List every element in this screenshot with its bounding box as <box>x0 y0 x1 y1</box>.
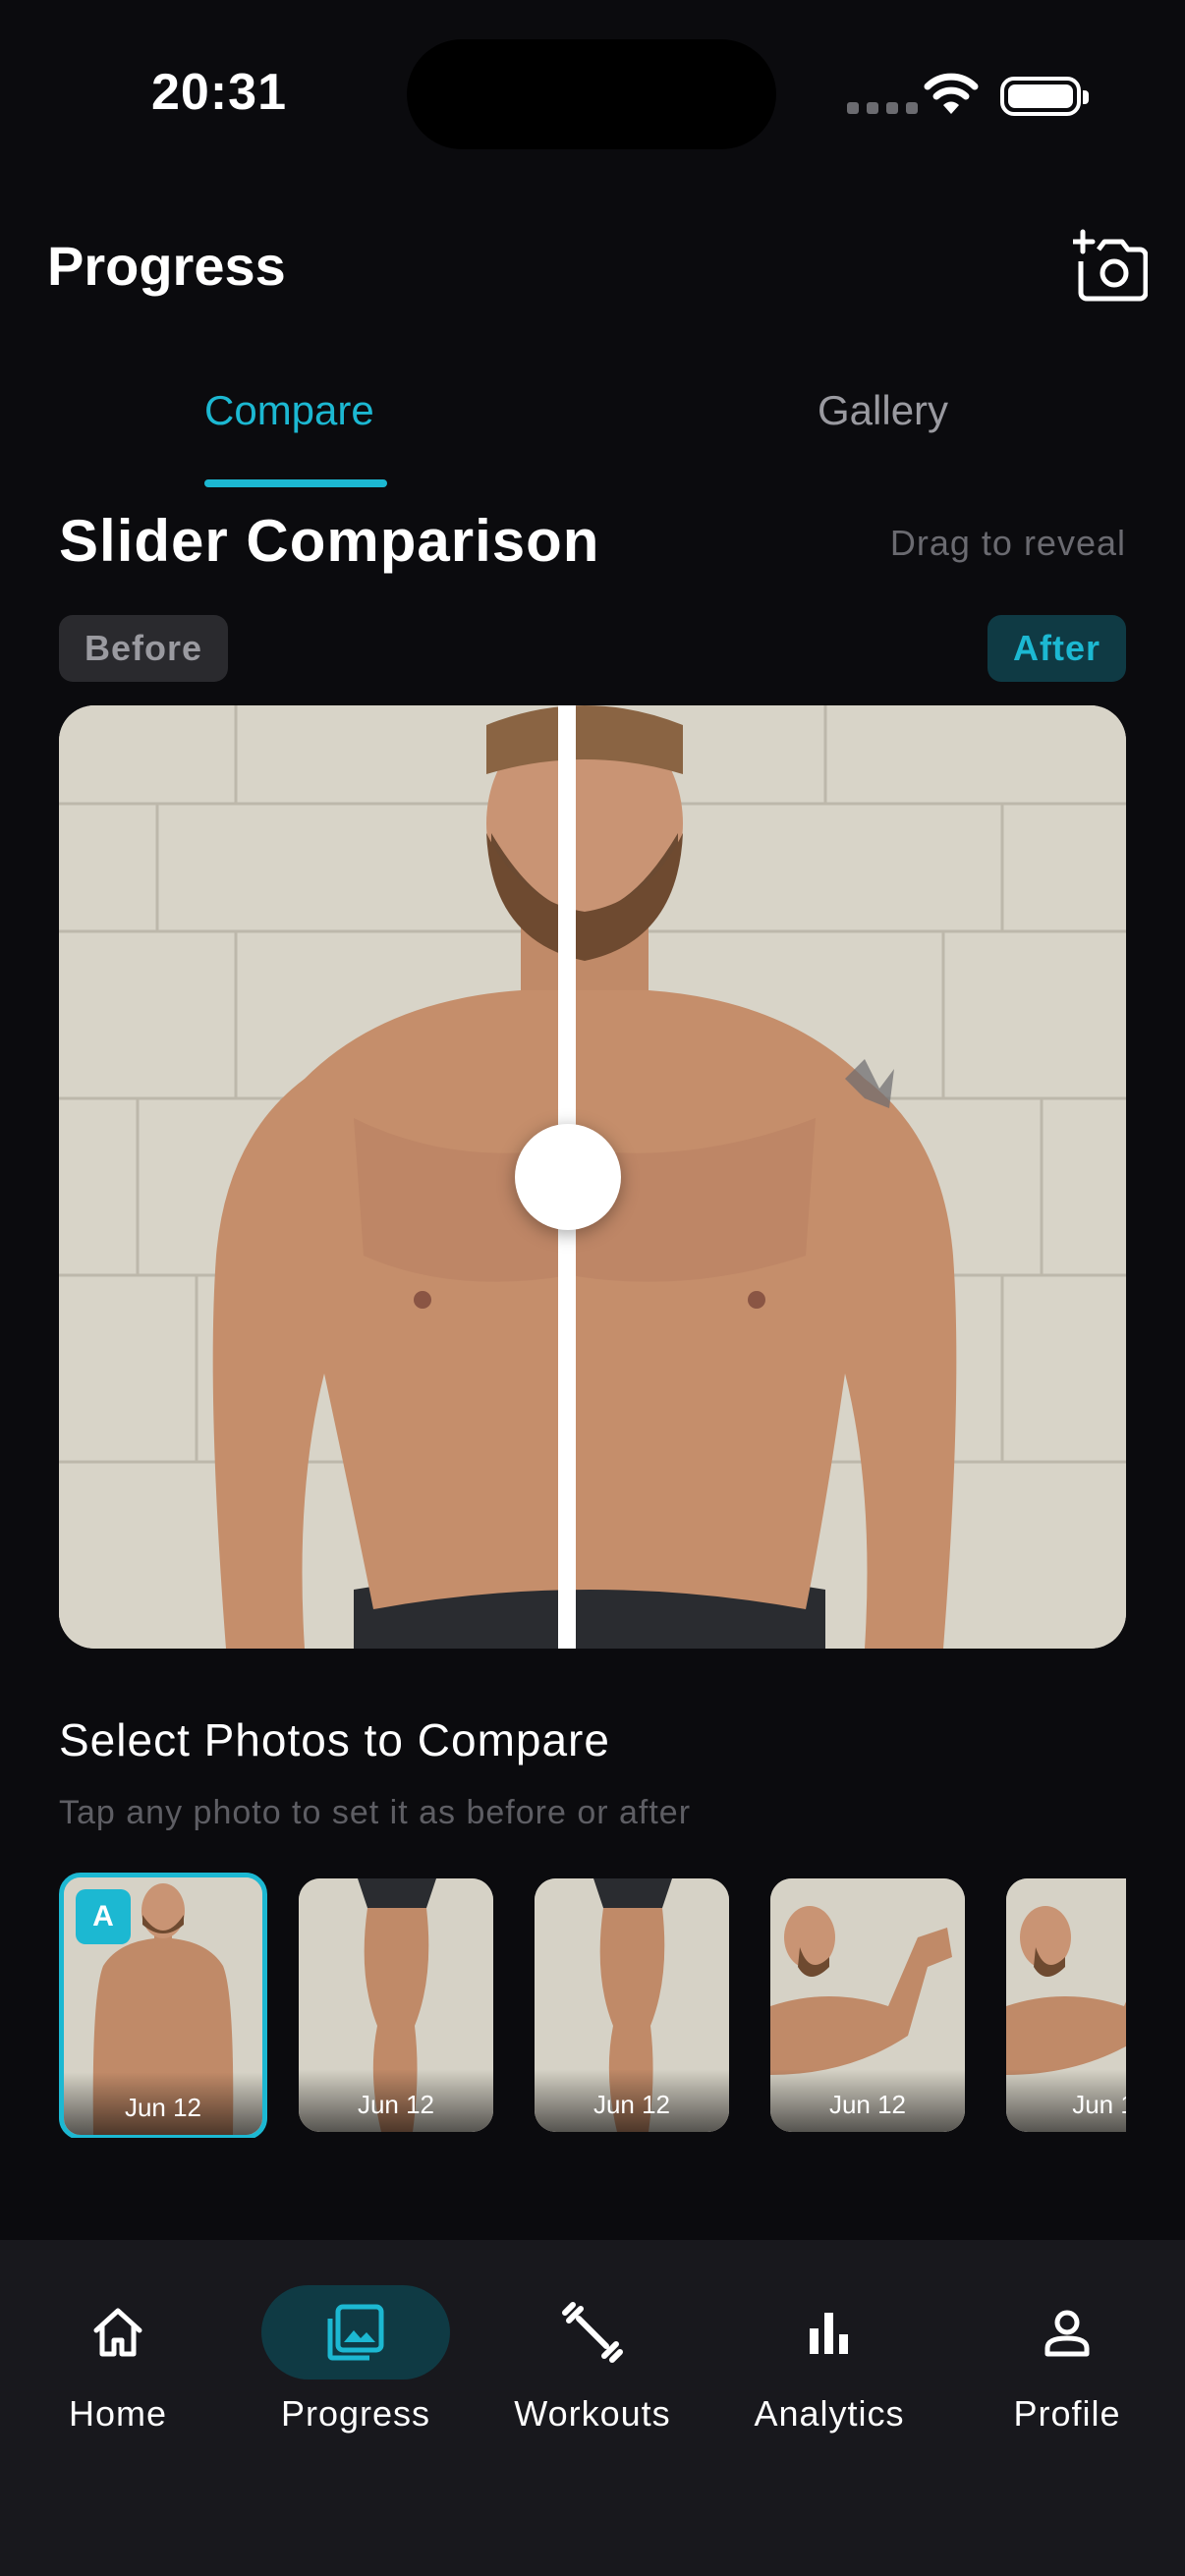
page-title: Progress <box>47 235 286 297</box>
nav-analytics[interactable]: Analytics <box>731 2285 928 2435</box>
nav-profile[interactable]: Profile <box>969 2285 1165 2435</box>
dumbbell-icon <box>534 2285 651 2380</box>
add-photo-camera-icon[interactable] <box>1073 228 1148 303</box>
photo-icon <box>261 2285 450 2380</box>
select-photos-title: Select Photos to Compare <box>59 1714 610 1765</box>
status-bar: 20:31 <box>0 0 1185 187</box>
nav-label: Analytics <box>754 2393 905 2434</box>
photo-thumb[interactable]: A Jun 12 <box>59 1873 267 2138</box>
before-label: Before <box>59 615 229 682</box>
slider-handle[interactable] <box>515 1124 621 1230</box>
thumb-date: Jun 12 <box>535 2069 729 2132</box>
dynamic-island <box>407 39 776 149</box>
nav-progress[interactable]: Progress <box>257 2285 454 2435</box>
active-tab-indicator <box>204 479 387 487</box>
nav-label: Progress <box>280 2393 431 2434</box>
photo-thumb[interactable]: Jun 12 <box>535 1878 729 2132</box>
section-title-slider: Slider Comparison <box>59 508 600 574</box>
thumb-date: Jun 1 <box>1006 2069 1126 2132</box>
bottom-nav: Home Progress Workouts Analytics Profile <box>0 2240 1185 2576</box>
drag-hint: Drag to reveal <box>889 523 1126 563</box>
thumb-date: Jun 12 <box>770 2069 965 2132</box>
status-time: 20:31 <box>151 64 287 121</box>
photo-thumb[interactable]: Jun 12 <box>299 1878 493 2132</box>
photo-thumb[interactable]: Jun 1 <box>1006 1878 1126 2132</box>
cellular-signal-icon <box>847 102 918 114</box>
nav-label: Profile <box>1013 2393 1121 2434</box>
selected-badge: A <box>76 1889 131 1944</box>
select-photos-hint: Tap any photo to set it as before or aft… <box>59 1794 692 1831</box>
tab-compare[interactable]: Compare <box>204 387 374 434</box>
after-label: After <box>987 615 1126 682</box>
comparison-slider[interactable] <box>59 705 1126 1649</box>
bar-chart-icon <box>770 2285 888 2380</box>
nav-label: Workouts <box>514 2393 671 2434</box>
home-icon <box>59 2285 177 2380</box>
battery-icon <box>1000 77 1089 116</box>
nav-home[interactable]: Home <box>20 2285 216 2435</box>
person-icon <box>1008 2285 1126 2380</box>
thumb-date: Jun 12 <box>299 2069 493 2132</box>
photo-thumb[interactable]: Jun 12 <box>770 1878 965 2132</box>
tab-gallery[interactable]: Gallery <box>818 387 948 434</box>
nav-label: Home <box>68 2393 168 2434</box>
thumb-date: Jun 12 <box>64 2072 262 2135</box>
wifi-icon <box>924 73 979 114</box>
photo-carousel[interactable]: A Jun 12 Jun 12 Jun 12 Jun 12 Jun <box>59 1873 1126 2138</box>
nav-workouts[interactable]: Workouts <box>494 2285 691 2435</box>
